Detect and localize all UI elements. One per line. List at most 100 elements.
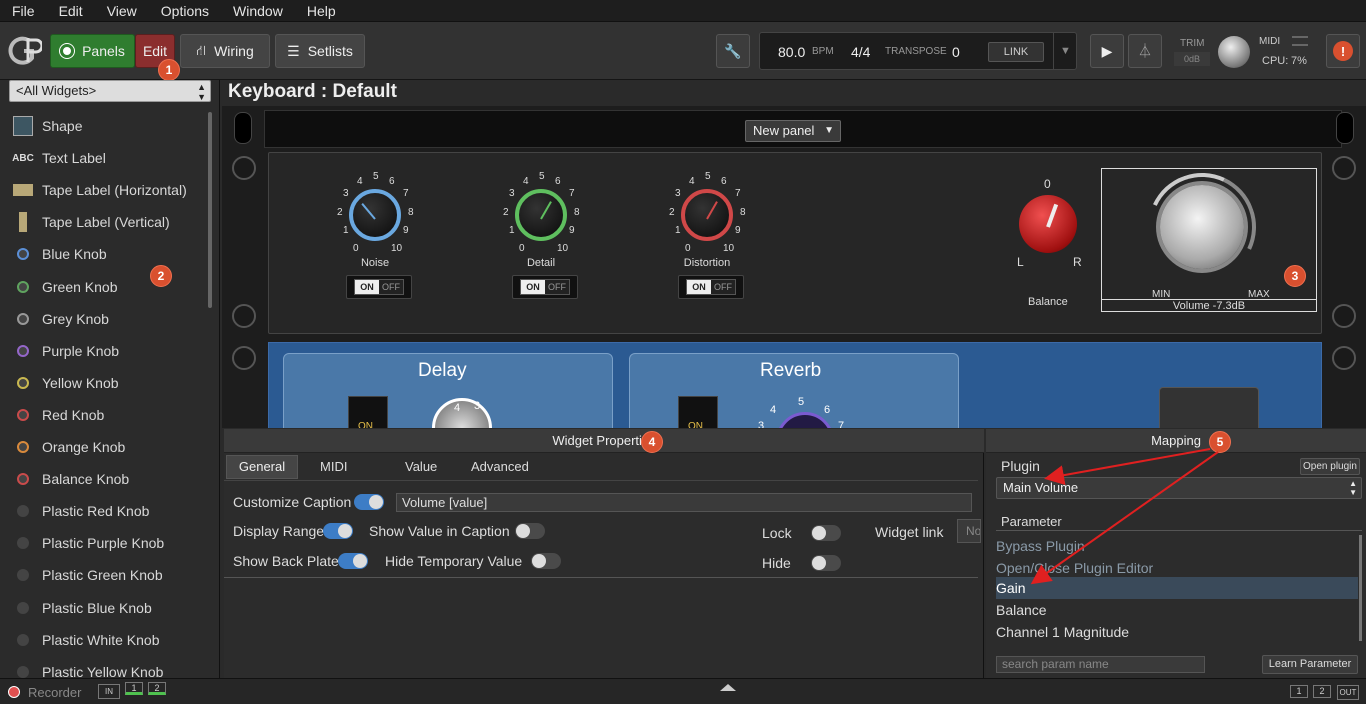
- widget-filter-select[interactable]: <All Widgets> ▲ ▼: [9, 80, 211, 102]
- parameter-row[interactable]: Open/Close Plugin Editor: [996, 557, 1358, 579]
- on-label: ON: [355, 280, 379, 294]
- balance-knob[interactable]: [1019, 195, 1077, 253]
- widget-link-input[interactable]: No: [957, 519, 981, 543]
- transport-dropdown[interactable]: ▼: [1053, 33, 1077, 69]
- widget-list-item[interactable]: Tape Label (Vertical): [12, 210, 170, 234]
- menu-file[interactable]: File: [0, 3, 47, 19]
- balance-knob-widget[interactable]: 0 L R: [1007, 177, 1091, 277]
- widget-list-item[interactable]: Plastic Blue Knob: [12, 596, 152, 620]
- panels-button[interactable]: Panels: [50, 34, 135, 68]
- widget-list-item[interactable]: Grey Knob: [12, 307, 109, 331]
- widget-list-item[interactable]: Plastic Purple Knob: [12, 531, 164, 555]
- plugin-label: Plugin: [1001, 458, 1040, 474]
- lock-toggle[interactable]: [811, 525, 841, 541]
- rotary-knob[interactable]: [515, 189, 567, 241]
- reverb-switch[interactable]: ON: [678, 396, 718, 428]
- tab-general[interactable]: General: [226, 455, 298, 479]
- parameter-row[interactable]: Balance: [996, 599, 1358, 621]
- play-icon: ▶: [1101, 42, 1113, 59]
- wiring-button[interactable]: ⛙ Wiring: [180, 34, 270, 68]
- learn-parameter-button[interactable]: Learn Parameter: [1262, 655, 1358, 674]
- parameter-scrollbar[interactable]: [1359, 535, 1362, 641]
- widget-list-item[interactable]: Tape Label (Horizontal): [12, 178, 187, 202]
- setlists-button[interactable]: ☰ Setlists: [275, 34, 365, 68]
- plugin-select[interactable]: Main Volume ▲ ▼: [996, 477, 1362, 499]
- on-off-switch[interactable]: ON OFF: [678, 275, 744, 299]
- delay-knob[interactable]: [432, 398, 492, 428]
- green-knob-icon: [12, 276, 34, 298]
- widget-list-item[interactable]: Plastic White Knob: [12, 628, 160, 652]
- play-button[interactable]: ▶: [1090, 34, 1124, 68]
- display-range-toggle[interactable]: [323, 523, 353, 539]
- delay-switch[interactable]: ON: [348, 396, 388, 428]
- bpm-label: BPM: [812, 46, 834, 57]
- widget-list-item[interactable]: Green Knob: [12, 275, 118, 299]
- tab-advanced[interactable]: Advanced: [471, 459, 529, 474]
- caption-input[interactable]: Volume [value]: [396, 493, 972, 512]
- widget-list-item[interactable]: Plastic Red Knob: [12, 499, 149, 523]
- widget-list-item[interactable]: Plastic Green Knob: [12, 563, 163, 587]
- sidebar-scrollbar[interactable]: [208, 112, 212, 308]
- show-back-plate-toggle[interactable]: [338, 553, 368, 569]
- menu-help[interactable]: Help: [295, 3, 348, 19]
- volume-arc: [1132, 157, 1272, 297]
- widget-list-item[interactable]: ABC Text Label: [12, 146, 106, 170]
- menu-window[interactable]: Window: [221, 3, 295, 19]
- knob-tick-label: 8: [740, 207, 746, 218]
- knob-label: Detail: [526, 257, 556, 269]
- metronome-button[interactable]: ⏃: [1128, 34, 1162, 68]
- widget-list-item-label: Plastic Red Knob: [42, 503, 150, 520]
- widget-list-item[interactable]: Yellow Knob: [12, 371, 119, 395]
- show-value-in-caption-toggle[interactable]: [515, 523, 545, 539]
- parameter-row[interactable]: Channel 1 Magnitude: [996, 621, 1358, 643]
- master-volume-knob[interactable]: [1218, 36, 1250, 68]
- widget-list-item-label: Plastic Purple Knob: [42, 535, 165, 552]
- parameter-row[interactable]: Bypass Plugin: [996, 535, 1358, 557]
- collapse-up-icon[interactable]: [720, 684, 736, 691]
- transpose-value[interactable]: 0: [952, 44, 960, 60]
- reverb-section: Reverb ON 4 5 6 3 7: [629, 353, 959, 428]
- on-off-switch[interactable]: ON OFF: [346, 275, 412, 299]
- tools-button[interactable]: 🔧: [716, 34, 750, 68]
- menu-edit[interactable]: Edit: [47, 3, 95, 19]
- search-param-input[interactable]: search param name: [996, 656, 1205, 673]
- time-signature[interactable]: 4/4: [851, 44, 870, 60]
- widget-link-label: Widget link: [875, 524, 944, 540]
- bpm-value[interactable]: 80.0: [778, 44, 805, 60]
- tab-midi[interactable]: MIDI: [320, 459, 347, 474]
- alert-button[interactable]: !: [1326, 34, 1360, 68]
- widget-list-item[interactable]: Shape: [12, 114, 82, 138]
- record-icon[interactable]: [8, 686, 20, 698]
- on-off-switch[interactable]: ON OFF: [512, 275, 578, 299]
- cpu-value: 7%: [1291, 55, 1307, 67]
- knob-label: Noise: [360, 257, 390, 269]
- rotary-knob[interactable]: [681, 189, 733, 241]
- widget-list-item[interactable]: Balance Knob: [12, 467, 129, 491]
- open-plugin-button[interactable]: Open plugin: [1300, 458, 1360, 475]
- widget-list-item-label: Orange Knob: [42, 439, 126, 455]
- knob-widget[interactable]: 0 1 2 3 4 5 6 7 8 9 10: [469, 171, 580, 267]
- widget-list-item[interactable]: Purple Knob: [12, 339, 119, 363]
- tab-value[interactable]: Value: [405, 459, 437, 474]
- rotary-knob[interactable]: [349, 189, 401, 241]
- hide-toggle[interactable]: [811, 555, 841, 571]
- knob-tick-label: 5: [539, 171, 545, 182]
- menu-view[interactable]: View: [95, 3, 149, 19]
- customize-caption-toggle[interactable]: [354, 494, 384, 510]
- widget-list-item[interactable]: Orange Knob: [12, 435, 125, 459]
- panel-select[interactable]: New panel ▼: [745, 120, 841, 142]
- recorder-label[interactable]: Recorder: [28, 685, 81, 700]
- tab-advanced-label: Advanced: [471, 459, 529, 474]
- hide-temporary-value-toggle[interactable]: [531, 553, 561, 569]
- knob-tick-label: 3: [343, 188, 349, 199]
- knob-widget[interactable]: 0 1 2 3 4 5 6 7 8 9 10: [303, 171, 414, 267]
- volume-widget-selection[interactable]: MIN MAX Volume -7.3dB: [1101, 157, 1317, 312]
- widget-list-item[interactable]: Blue Knob: [12, 242, 107, 266]
- knob-tick-label: 0: [519, 243, 525, 254]
- widget-list-item[interactable]: Red Knob: [12, 403, 104, 427]
- knob-widget[interactable]: 0 1 2 3 4 5 6 7 8 9 10: [635, 171, 746, 267]
- link-button[interactable]: LINK: [988, 42, 1044, 62]
- parameter-row-selected[interactable]: Gain: [996, 577, 1358, 599]
- menu-options[interactable]: Options: [149, 3, 221, 19]
- app-logo-icon[interactable]: [8, 34, 44, 68]
